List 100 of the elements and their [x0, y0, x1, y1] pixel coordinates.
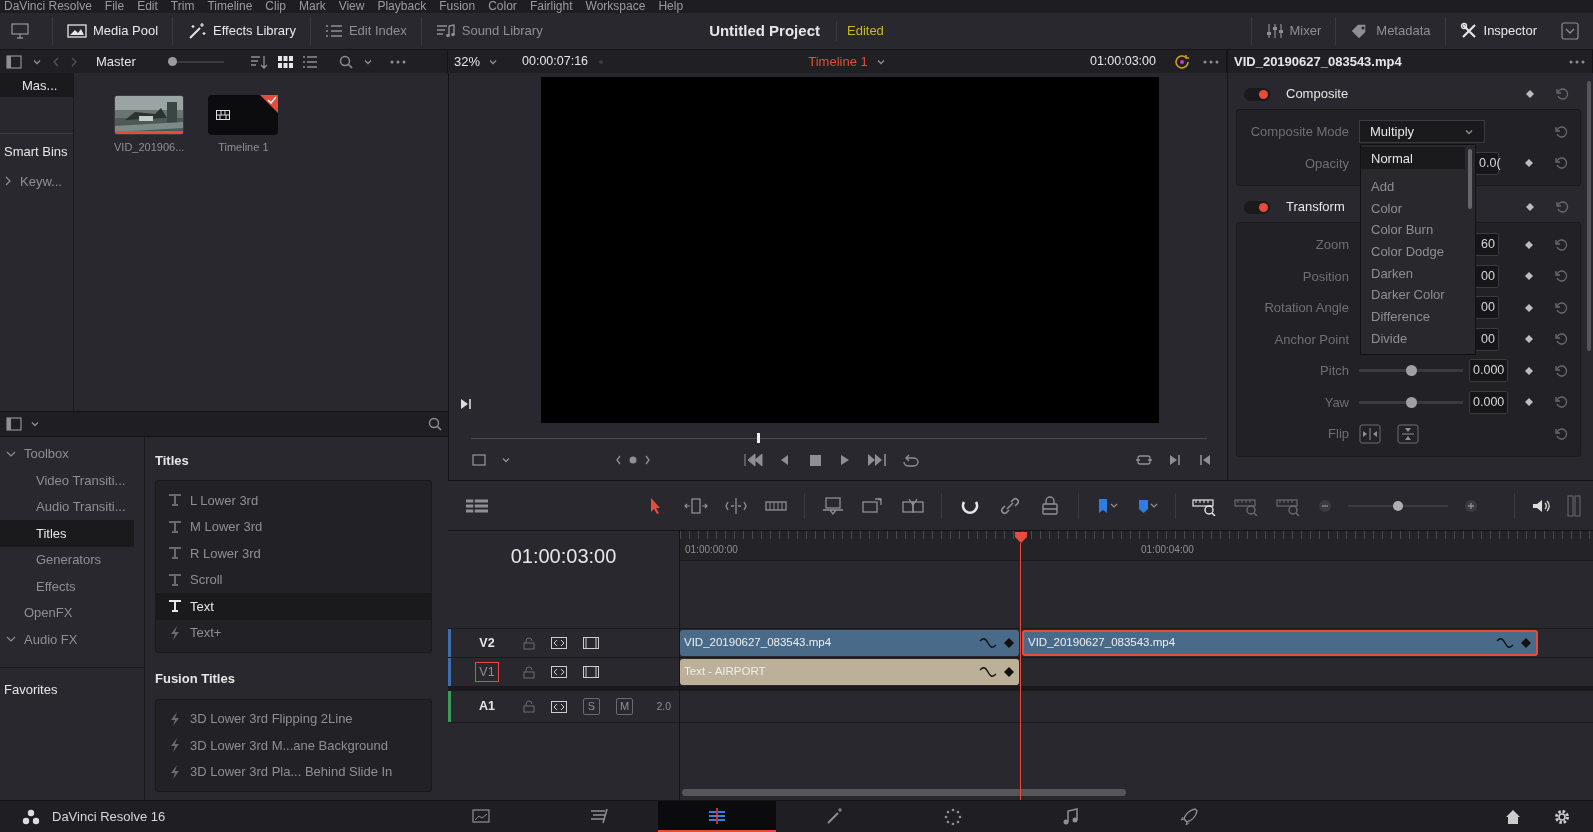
effect-item[interactable]: L Lower 3rd: [156, 487, 431, 514]
effect-item[interactable]: 3D Lower 3rd Pla... Behind Slide In: [156, 758, 431, 785]
reset-icon[interactable]: [1554, 237, 1568, 252]
toolbar-button[interactable]: Metadata: [1335, 17, 1445, 45]
flip-vertical-icon[interactable]: [1397, 423, 1419, 444]
reset-icon[interactable]: [1554, 124, 1568, 139]
slider-thumb[interactable]: [1393, 500, 1403, 511]
tree-item[interactable]: Audio FX: [0, 626, 134, 653]
tree-item[interactable]: Titles: [0, 520, 134, 547]
menu-item[interactable]: Clip: [265, 0, 286, 13]
reset-icon[interactable]: [1554, 332, 1568, 347]
toggle-switch[interactable]: [1244, 87, 1270, 101]
slider-thumb[interactable]: [168, 57, 177, 66]
menu-option[interactable]: Darker Color: [1361, 283, 1465, 306]
keyframe-icon[interactable]: [1524, 397, 1534, 408]
search-icon[interactable]: [339, 54, 353, 69]
keyframe-icon[interactable]: [1524, 158, 1534, 169]
auto-select-icon[interactable]: [551, 637, 567, 649]
next-frame-icon[interactable]: [1167, 453, 1183, 467]
zoom-dropdown[interactable]: 32%: [454, 51, 512, 72]
collapse-icon[interactable]: [1561, 22, 1579, 40]
match-frame-icon[interactable]: [1135, 453, 1153, 467]
keyframe-icon[interactable]: [1524, 271, 1534, 282]
settings-icon[interactable]: [1553, 807, 1571, 826]
menu-item[interactable]: Edit: [137, 0, 158, 13]
smart-bin-item[interactable]: Keyw...: [0, 165, 73, 197]
value-field[interactable]: 00: [1475, 327, 1499, 351]
previous-frame-icon[interactable]: [1197, 453, 1213, 467]
chevron-icon[interactable]: [4, 176, 12, 187]
scrollbar[interactable]: [1468, 149, 1472, 210]
menu-item[interactable]: Playback: [377, 0, 427, 13]
tree-item[interactable]: Effects: [0, 573, 134, 600]
menu-option[interactable]: Add: [1361, 174, 1465, 197]
list-view-icon[interactable]: [303, 55, 317, 68]
link-icon[interactable]: [998, 495, 1022, 516]
loop-icon[interactable]: [901, 453, 921, 467]
crop-icon[interactable]: [471, 453, 487, 467]
effect-item[interactable]: M Lower 3rd: [156, 513, 431, 540]
track-name[interactable]: V2: [475, 633, 499, 653]
menu-option[interactable]: Difference: [1361, 305, 1465, 327]
more-icon[interactable]: [1568, 58, 1586, 65]
slider-thumb[interactable]: [1405, 396, 1417, 408]
reset-icon[interactable]: [1554, 300, 1568, 315]
value-field[interactable]: 0.0(: [1475, 151, 1499, 175]
playhead[interactable]: [1018, 531, 1025, 800]
curve-icon[interactable]: [979, 666, 997, 678]
menu-option[interactable]: Normal: [1361, 147, 1465, 169]
reset-icon[interactable]: [1555, 87, 1569, 101]
reset-icon[interactable]: [1554, 426, 1568, 441]
keyframe-icon[interactable]: [1525, 202, 1535, 212]
menu-option[interactable]: Color: [1361, 196, 1465, 219]
tree-item[interactable]: Audio Transiti...: [0, 493, 134, 520]
overwrite-clip-icon[interactable]: [861, 495, 885, 516]
menu-item[interactable]: Trim: [170, 0, 195, 13]
keyframe-icon[interactable]: [1524, 239, 1534, 250]
timeline-selector[interactable]: Timeline 1: [614, 51, 1080, 72]
value-field[interactable]: 0.000: [1469, 359, 1509, 383]
keyframe-icon[interactable]: [1524, 365, 1534, 376]
keyframe-icon[interactable]: [1525, 89, 1535, 99]
track-name[interactable]: V1: [475, 661, 499, 683]
grid-view-icon[interactable]: [278, 55, 293, 68]
monitor-track-icon[interactable]: [583, 666, 599, 678]
effect-item[interactable]: Text: [156, 593, 431, 620]
zoom-in-icon[interactable]: [1464, 498, 1478, 513]
insert-clip-icon[interactable]: [821, 495, 845, 516]
toolbar-button[interactable]: Edit Index: [309, 17, 421, 45]
play-icon[interactable]: [459, 397, 473, 411]
sort-icon[interactable]: [250, 54, 268, 69]
menu-item[interactable]: File: [104, 0, 125, 13]
reset-icon[interactable]: [1555, 200, 1569, 214]
scrollbar[interactable]: [1587, 81, 1591, 351]
toolbar-button[interactable]: Mixer: [1250, 17, 1336, 45]
effect-item[interactable]: Text+: [156, 619, 431, 646]
tree-item[interactable]: OpenFX: [0, 599, 134, 626]
lock-icon[interactable]: [523, 665, 535, 679]
toggle-switch[interactable]: [1244, 200, 1270, 214]
more-icon[interactable]: [389, 58, 407, 65]
skip-start-icon[interactable]: [743, 453, 763, 467]
menu-item[interactable]: Color: [488, 0, 517, 13]
mute-button[interactable]: M: [616, 698, 633, 715]
reset-icon[interactable]: [1554, 156, 1568, 171]
reset-icon[interactable]: [1554, 395, 1568, 410]
home-icon[interactable]: [1505, 808, 1521, 825]
trim-icon[interactable]: [684, 495, 708, 516]
panel-toggle-icon[interactable]: [6, 416, 22, 431]
menu-item[interactable]: Fusion: [439, 0, 476, 13]
slider-thumb[interactable]: [1405, 365, 1417, 377]
monitor-track-icon[interactable]: [583, 637, 599, 649]
horizontal-scrollbar[interactable]: [682, 789, 1126, 796]
flip-horizontal-icon[interactable]: [1359, 423, 1381, 444]
auto-select-icon[interactable]: [551, 700, 567, 713]
toolbar-button[interactable]: Inspector: [1444, 17, 1551, 45]
solo-button[interactable]: S: [583, 698, 600, 715]
menu-option[interactable]: Color Dodge: [1361, 240, 1465, 262]
reset-icon[interactable]: [1554, 363, 1568, 378]
tree-item[interactable]: Toolbox: [0, 440, 134, 467]
more-icon[interactable]: [1202, 58, 1220, 65]
chevron-icon[interactable]: [501, 455, 511, 465]
menu-item[interactable]: Mark: [299, 0, 326, 13]
effect-item[interactable]: 3D Lower 3rd Flipping 2Line: [156, 705, 431, 732]
